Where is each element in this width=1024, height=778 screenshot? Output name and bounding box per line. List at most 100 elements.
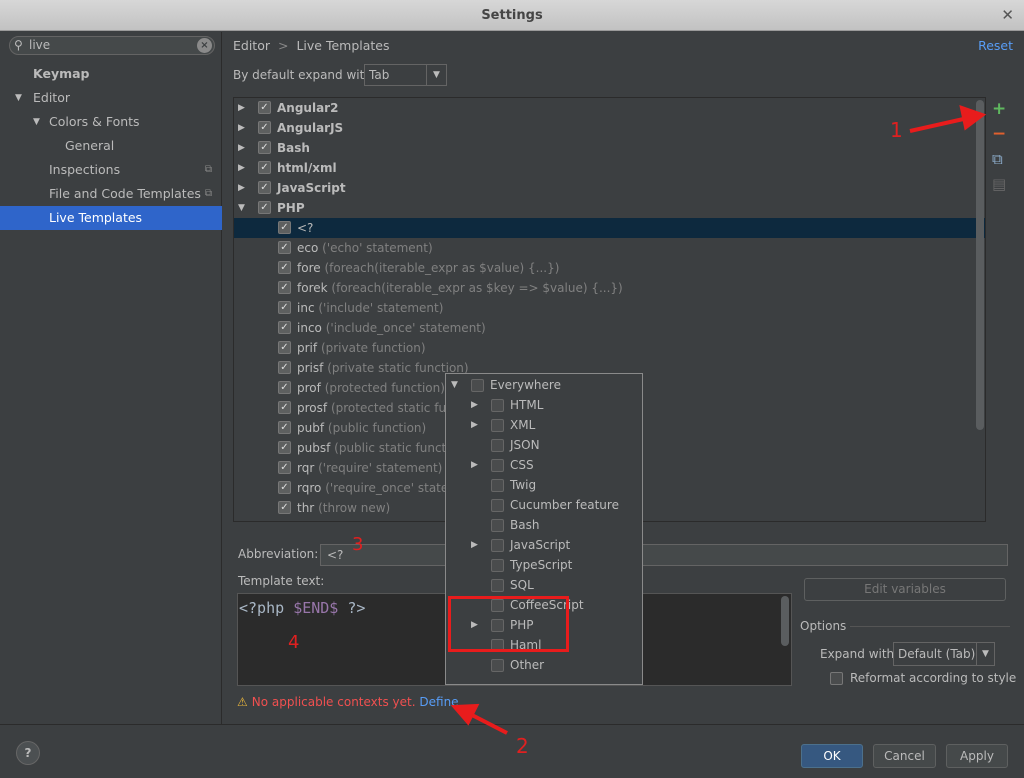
template-group-row[interactable]: ▶ ✓ AngularJS	[234, 118, 985, 138]
context-checkbox[interactable]	[491, 659, 504, 672]
close-icon[interactable]: ✕	[1001, 0, 1014, 31]
context-item[interactable]: ▶ XML	[446, 415, 642, 435]
expand-with-option-select[interactable]: Default (Tab) ▼	[893, 642, 995, 666]
collapse-arrow-icon[interactable]: ▶	[238, 138, 245, 158]
editor-scrollbar[interactable]	[781, 596, 789, 646]
template-group-row[interactable]: ▶ ✓ Angular2	[234, 98, 985, 118]
template-checkbox[interactable]: ✓	[278, 501, 291, 514]
context-checkbox[interactable]	[491, 579, 504, 592]
template-item-row[interactable]: ✓ prif (private function)	[234, 338, 985, 358]
sidebar-item-colors-fonts[interactable]: ▼ Colors & Fonts	[0, 110, 222, 134]
copy-icon[interactable]: ⧉	[992, 152, 1003, 167]
sidebar-item-live-templates[interactable]: Live Templates	[0, 206, 222, 230]
abbreviation-field[interactable]: <?	[320, 544, 1008, 566]
reset-link[interactable]: Reset	[978, 38, 1013, 53]
context-item[interactable]: TypeScript	[446, 555, 642, 575]
template-item-row[interactable]: ✓ fore (foreach(iterable_expr as $value) …	[234, 258, 985, 278]
sidebar-item-editor[interactable]: ▼ Editor	[0, 86, 222, 110]
group-checkbox[interactable]: ✓	[258, 201, 271, 214]
template-checkbox[interactable]: ✓	[278, 261, 291, 274]
context-item[interactable]: ▶ JavaScript	[446, 535, 642, 555]
template-checkbox[interactable]: ✓	[278, 441, 291, 454]
group-checkbox[interactable]: ✓	[258, 101, 271, 114]
context-checkbox[interactable]	[491, 419, 504, 432]
template-group-row[interactable]: ▶ ✓ JavaScript	[234, 178, 985, 198]
collapse-arrow-icon[interactable]: ▶	[471, 395, 478, 415]
group-checkbox[interactable]: ✓	[258, 121, 271, 134]
template-checkbox[interactable]: ✓	[278, 301, 291, 314]
collapse-arrow-icon[interactable]: ▶	[471, 535, 478, 555]
tree-scrollbar[interactable]	[976, 100, 984, 430]
context-label: XML	[510, 418, 536, 432]
sidebar-item-keymap[interactable]: Keymap	[0, 62, 222, 86]
context-item[interactable]: Twig	[446, 475, 642, 495]
cancel-button[interactable]: Cancel	[873, 744, 936, 768]
ok-button[interactable]: OK	[801, 744, 863, 768]
context-checkbox[interactable]	[471, 379, 484, 392]
context-checkbox[interactable]	[491, 439, 504, 452]
template-item-row[interactable]: ✓ forek (foreach(iterable_expr as $key =>…	[234, 278, 985, 298]
clear-search-icon[interactable]: ×	[197, 38, 212, 53]
expand-arrow-icon[interactable]: ▼	[451, 375, 458, 395]
add-icon[interactable]: +	[992, 101, 1006, 118]
group-checkbox[interactable]: ✓	[258, 141, 271, 154]
context-label: Other	[510, 658, 545, 672]
help-button[interactable]: ?	[16, 741, 40, 765]
context-checkbox[interactable]	[491, 559, 504, 572]
template-group-row[interactable]: ▼ ✓ PHP	[234, 198, 985, 218]
template-checkbox[interactable]: ✓	[278, 361, 291, 374]
context-checkbox[interactable]	[491, 519, 504, 532]
context-item[interactable]: ▶ CSS	[446, 455, 642, 475]
edit-variables-button[interactable]: Edit variables	[804, 578, 1006, 601]
search-input[interactable]: ⚲ live ×	[9, 36, 215, 55]
sidebar-item-file-code-templates[interactable]: File and Code Templates ⧉	[0, 182, 222, 206]
context-item[interactable]: Cucumber feature	[446, 495, 642, 515]
template-checkbox[interactable]: ✓	[278, 461, 291, 474]
template-checkbox[interactable]: ✓	[278, 481, 291, 494]
apply-button[interactable]: Apply	[946, 744, 1008, 768]
template-item-row[interactable]: ✓ inco ('include_once' statement)	[234, 318, 985, 338]
collapse-arrow-icon[interactable]: ▶	[238, 178, 245, 198]
restore-icon[interactable]: ▤	[992, 177, 1006, 192]
context-checkbox[interactable]	[491, 399, 504, 412]
sidebar-item-inspections[interactable]: Inspections ⧉	[0, 158, 222, 182]
expand-arrow-icon[interactable]: ▼	[15, 86, 22, 110]
context-item[interactable]: SQL	[446, 575, 642, 595]
template-checkbox[interactable]: ✓	[278, 241, 291, 254]
template-checkbox[interactable]: ✓	[278, 421, 291, 434]
context-item[interactable]: Bash	[446, 515, 642, 535]
reformat-checkbox[interactable]	[830, 672, 843, 685]
template-item-row[interactable]: ✓ <?	[234, 218, 985, 238]
template-checkbox[interactable]: ✓	[278, 341, 291, 354]
template-checkbox[interactable]: ✓	[278, 221, 291, 234]
expand-arrow-icon[interactable]: ▼	[238, 198, 245, 218]
collapse-arrow-icon[interactable]: ▶	[471, 415, 478, 435]
template-item-row[interactable]: ✓ eco ('echo' statement)	[234, 238, 985, 258]
context-item[interactable]: Other	[446, 655, 642, 675]
collapse-arrow-icon[interactable]: ▶	[238, 158, 245, 178]
expand-arrow-icon[interactable]: ▼	[33, 110, 40, 134]
template-group-row[interactable]: ▶ ✓ html/xml	[234, 158, 985, 178]
expand-with-select[interactable]: Tab ▼	[364, 64, 447, 86]
template-checkbox[interactable]: ✓	[278, 401, 291, 414]
template-checkbox[interactable]: ✓	[278, 281, 291, 294]
template-checkbox[interactable]: ✓	[278, 321, 291, 334]
remove-icon[interactable]: −	[992, 126, 1006, 143]
context-checkbox[interactable]	[491, 479, 504, 492]
template-checkbox[interactable]: ✓	[278, 381, 291, 394]
collapse-arrow-icon[interactable]: ▶	[238, 98, 245, 118]
collapse-arrow-icon[interactable]: ▶	[238, 118, 245, 138]
define-context-link[interactable]: Define	[419, 695, 458, 709]
context-checkbox[interactable]	[491, 499, 504, 512]
group-checkbox[interactable]: ✓	[258, 161, 271, 174]
template-item-row[interactable]: ✓ inc ('include' statement)	[234, 298, 985, 318]
collapse-arrow-icon[interactable]: ▶	[471, 455, 478, 475]
context-checkbox[interactable]	[491, 459, 504, 472]
context-item[interactable]: ▶ HTML	[446, 395, 642, 415]
context-item[interactable]: JSON	[446, 435, 642, 455]
context-checkbox[interactable]	[491, 539, 504, 552]
context-item[interactable]: ▼ Everywhere	[446, 375, 642, 395]
template-group-row[interactable]: ▶ ✓ Bash	[234, 138, 985, 158]
group-checkbox[interactable]: ✓	[258, 181, 271, 194]
sidebar-item-general[interactable]: General	[0, 134, 222, 158]
